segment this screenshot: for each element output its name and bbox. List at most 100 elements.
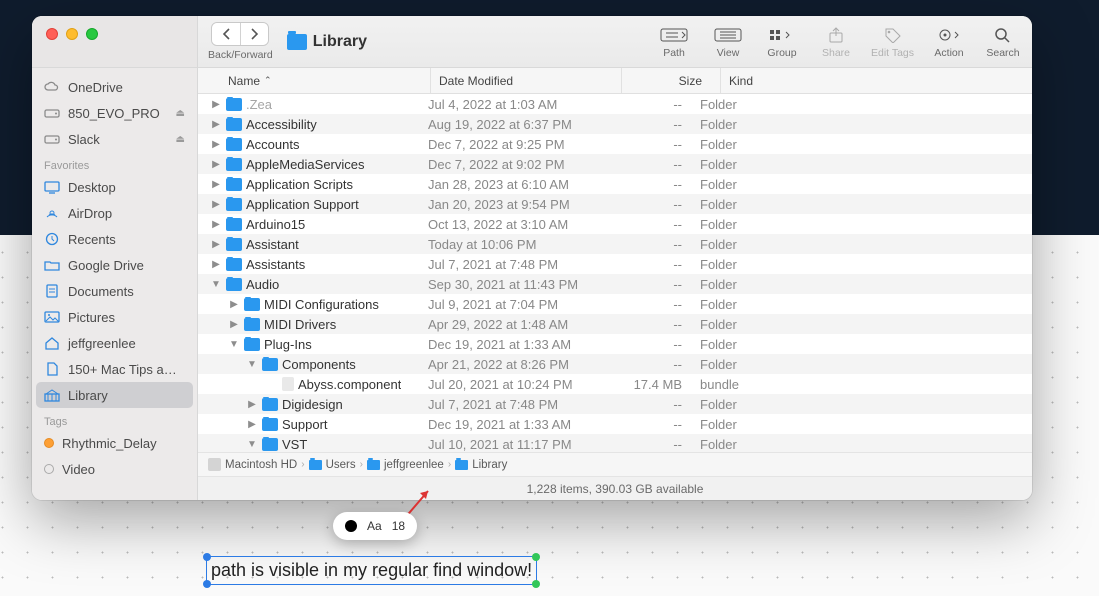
disclosure-arrow[interactable]: ▼ (246, 439, 258, 450)
path-segment[interactable]: Library (455, 459, 507, 471)
status-text: 1,228 items, 390.03 GB available (527, 482, 704, 496)
file-size: -- (610, 97, 700, 112)
eject-icon[interactable]: ⏏ (176, 108, 185, 119)
sidebar-item-jeffgreenlee[interactable]: jeffgreenlee (36, 330, 193, 356)
path-segment[interactable]: jeffgreenlee (367, 459, 444, 471)
back-button[interactable] (212, 23, 240, 45)
path-segment[interactable]: Users (309, 459, 356, 471)
disclosure-arrow[interactable]: ▶ (210, 139, 222, 150)
file-row[interactable]: ▶ Assistants Jul 7, 2021 at 7:48 PM -- F… (198, 254, 1032, 274)
path-bar[interactable]: Macintosh HD›Users›jeffgreenlee›Library (198, 452, 1032, 476)
file-name: Components (282, 357, 356, 372)
disclosure-arrow[interactable]: ▶ (210, 179, 222, 190)
file-row[interactable]: ▼ Plug-Ins Dec 19, 2021 at 1:33 AM -- Fo… (198, 334, 1032, 354)
file-name: Arduino15 (246, 217, 305, 232)
sidebar-item-google-drive[interactable]: Google Drive (36, 252, 193, 278)
disclosure-arrow[interactable]: ▼ (210, 279, 222, 290)
disclosure-arrow[interactable]: ▶ (210, 119, 222, 130)
nav-label: Back/Forward (208, 49, 273, 61)
folder-icon (226, 118, 242, 131)
forward-button[interactable] (240, 23, 268, 45)
disclosure-arrow[interactable]: ▶ (246, 399, 258, 410)
toolbar-share[interactable]: Share (817, 24, 855, 59)
disclosure-arrow[interactable]: ▶ (210, 239, 222, 250)
resize-handle[interactable] (203, 580, 211, 588)
sidebar-item-150-mac-tips-a-[interactable]: 150+ Mac Tips a… (36, 356, 193, 382)
sidebar-item-label: Google Drive (68, 258, 144, 273)
disclosure-arrow[interactable]: ▶ (210, 219, 222, 230)
file-row[interactable]: ▶ .Zea Jul 4, 2022 at 1:03 AM -- Folder (198, 94, 1032, 114)
sidebar-item-desktop[interactable]: Desktop (36, 174, 193, 200)
sidebar-item-documents[interactable]: Documents (36, 278, 193, 304)
disclosure-arrow[interactable]: ▼ (228, 339, 240, 350)
toolbar-view[interactable]: View (709, 24, 747, 59)
file-row[interactable]: ▶ MIDI Configurations Jul 9, 2021 at 7:0… (198, 294, 1032, 314)
col-size-header[interactable]: Size (630, 74, 720, 88)
file-list[interactable]: ▶ .Zea Jul 4, 2022 at 1:03 AM -- Folder … (198, 94, 1032, 452)
file-row[interactable]: Abyss.component Jul 20, 2021 at 10:24 PM… (198, 374, 1032, 394)
file-row[interactable]: ▶ Accessibility Aug 19, 2022 at 6:37 PM … (198, 114, 1032, 134)
disclosure-arrow[interactable]: ▶ (210, 199, 222, 210)
toolbar-tags[interactable]: Edit Tags (871, 24, 914, 59)
file-row[interactable]: ▶ Accounts Dec 7, 2022 at 9:25 PM -- Fol… (198, 134, 1032, 154)
file-row[interactable]: ▼ Audio Sep 30, 2021 at 11:43 PM -- Fold… (198, 274, 1032, 294)
disclosure-arrow[interactable]: ▶ (228, 299, 240, 310)
sidebar-item-850-evo-pro[interactable]: 850_EVO_PRO⏏ (36, 100, 193, 126)
sidebar-item-pictures[interactable]: Pictures (36, 304, 193, 330)
eject-icon[interactable]: ⏏ (176, 134, 185, 145)
sidebar-item-slack[interactable]: Slack⏏ (36, 126, 193, 152)
file-date: Jul 10, 2021 at 11:17 PM (428, 437, 610, 452)
col-date-header[interactable]: Date Modified (439, 74, 621, 88)
toolbar-path[interactable]: Path (655, 24, 693, 59)
font-size-control[interactable]: 18 (392, 519, 405, 533)
color-swatch-icon[interactable] (345, 520, 357, 532)
disclosure-arrow[interactable]: ▶ (228, 319, 240, 330)
disclosure-arrow[interactable]: ▶ (210, 159, 222, 170)
annotation-toolbar[interactable]: Aa 18 (333, 512, 417, 540)
folder-icon (309, 460, 322, 470)
annotation-text-box[interactable]: path is visible in my regular find windo… (206, 556, 537, 585)
file-row[interactable]: ▶ Application Scripts Jan 28, 2023 at 6:… (198, 174, 1032, 194)
zoom-window-button[interactable] (86, 28, 98, 40)
sidebar-tag-rhythmic_delay[interactable]: Rhythmic_Delay (36, 430, 193, 456)
folder-icon (287, 34, 307, 50)
col-name-header[interactable]: Name ⌃ (228, 74, 430, 88)
disclosure-arrow[interactable]: ▶ (210, 99, 222, 110)
chevron-left-icon (222, 28, 231, 40)
document-icon (282, 377, 294, 391)
toolbar-action[interactable]: Action (930, 24, 968, 59)
folder-icon (262, 398, 278, 411)
disclosure-arrow[interactable]: ▶ (210, 259, 222, 270)
resize-handle[interactable] (203, 553, 211, 561)
close-window-button[interactable] (46, 28, 58, 40)
toolbar-group[interactable]: Group (763, 24, 801, 59)
col-kind-header[interactable]: Kind (729, 74, 819, 88)
file-kind: Folder (700, 317, 790, 332)
font-style-control[interactable]: Aa (367, 519, 382, 533)
sidebar-item-airdrop[interactable]: AirDrop (36, 200, 193, 226)
sidebar-item-recents[interactable]: Recents (36, 226, 193, 252)
folder-icon (226, 238, 242, 251)
file-row[interactable]: ▶ Arduino15 Oct 13, 2022 at 3:10 AM -- F… (198, 214, 1032, 234)
file-row[interactable]: ▼ VST Jul 10, 2021 at 11:17 PM -- Folder (198, 434, 1032, 452)
file-row[interactable]: ▶ Support Dec 19, 2021 at 1:33 AM -- Fol… (198, 414, 1032, 434)
file-row[interactable]: ▶ Assistant Today at 10:06 PM -- Folder (198, 234, 1032, 254)
disclosure-arrow[interactable]: ▶ (246, 419, 258, 430)
sidebar-item-library[interactable]: Library (36, 382, 193, 408)
sidebar-item-onedrive[interactable]: OneDrive (36, 74, 193, 100)
file-row[interactable]: ▶ Application Support Jan 20, 2023 at 9:… (198, 194, 1032, 214)
disclosure-arrow[interactable]: ▼ (246, 359, 258, 370)
file-date: Jan 28, 2023 at 6:10 AM (428, 177, 610, 192)
file-name: .Zea (246, 97, 272, 112)
nav-back-forward (211, 22, 269, 46)
minimize-window-button[interactable] (66, 28, 78, 40)
file-row[interactable]: ▶ Digidesign Jul 7, 2021 at 7:48 PM -- F… (198, 394, 1032, 414)
file-row[interactable]: ▶ AppleMediaServices Dec 7, 2022 at 9:02… (198, 154, 1032, 174)
file-row[interactable]: ▶ MIDI Drivers Apr 29, 2022 at 1:48 AM -… (198, 314, 1032, 334)
sidebar-tag-video[interactable]: Video (36, 456, 193, 482)
file-row[interactable]: ▼ Components Apr 21, 2022 at 8:26 PM -- … (198, 354, 1032, 374)
path-segment[interactable]: Macintosh HD (208, 458, 297, 471)
file-kind: Folder (700, 397, 790, 412)
file-date: Apr 29, 2022 at 1:48 AM (428, 317, 610, 332)
toolbar-search[interactable]: Search (984, 24, 1022, 59)
